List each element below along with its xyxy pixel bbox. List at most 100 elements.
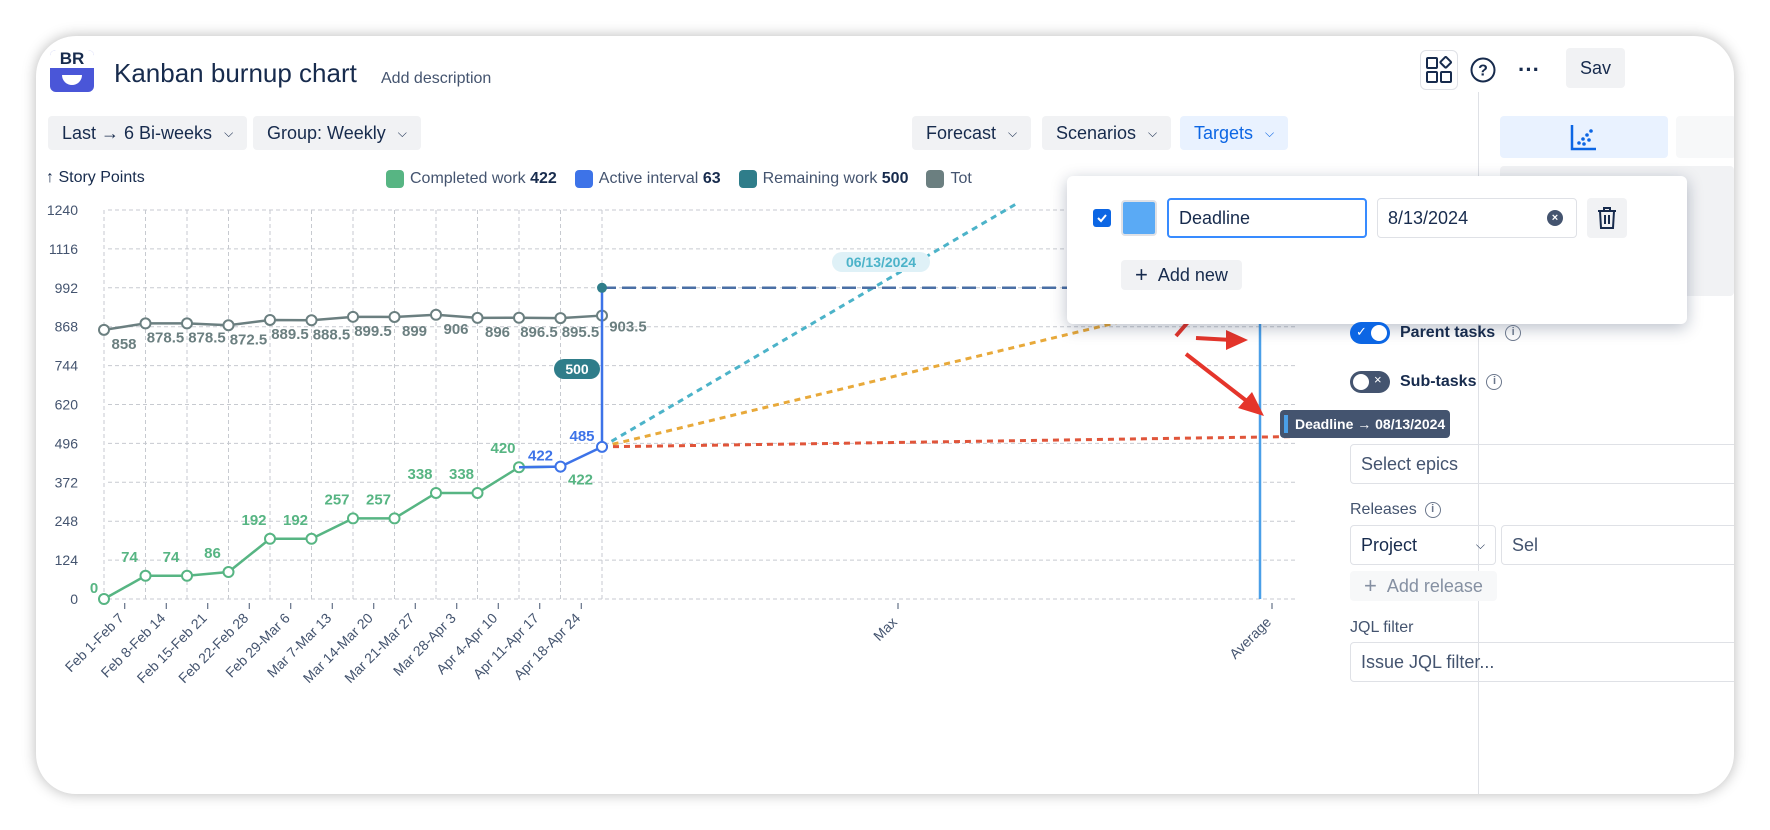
target-enabled-checkbox[interactable] (1093, 209, 1111, 227)
check-icon: ✓ (1356, 324, 1367, 339)
sub-tasks-toggle[interactable]: × (1350, 371, 1390, 393)
completed-work-point (264, 532, 276, 545)
release-select-value: Sel (1512, 534, 1539, 555)
checkmark-icon (1097, 214, 1107, 223)
y-tick-label: 620 (55, 397, 79, 413)
forecast-date-label: 06/13/2024 (846, 254, 916, 270)
completed-work-point (305, 532, 318, 545)
total-scope-point (430, 308, 442, 321)
scope-target-point (597, 282, 607, 293)
active-interval-data-label: 422 (528, 448, 553, 465)
toggle-knob (1371, 325, 1387, 341)
completed-work-point (430, 486, 442, 499)
total-scope-point (305, 314, 318, 327)
total-scope-data-label: 903.5 (609, 319, 647, 336)
deadline-tooltip-label: Deadline → 08/13/2024 (1295, 416, 1445, 432)
project-select-value: Project (1361, 534, 1418, 555)
completed-work-point (181, 569, 193, 582)
tab-chart-settings[interactable] (1500, 116, 1668, 158)
total-scope-point (98, 323, 110, 336)
select-epics-placeholder: Select epics (1361, 453, 1459, 474)
trash-icon (1598, 207, 1616, 229)
app-window: BR Kanban burnup chart Add description ?… (36, 36, 1734, 794)
jql-filter-placeholder: Issue JQL filter... (1361, 651, 1495, 672)
plus-icon: + (1135, 262, 1148, 287)
y-tick-label: 1240 (47, 202, 78, 218)
total-scope-data-label: 872.5 (230, 331, 268, 348)
target-name-value: Deadline (1179, 207, 1251, 228)
total-scope-data-label: 899 (402, 323, 427, 340)
release-select[interactable]: Sel (1501, 525, 1734, 565)
add-new-label: Add new (1157, 264, 1228, 285)
y-tick-label: 744 (55, 358, 79, 374)
active-interval-point (554, 460, 567, 473)
y-tick-label: 0 (70, 591, 78, 607)
total-scope-data-label: 896.5 (520, 324, 558, 341)
parent-tasks-label: Parent tasks (1400, 324, 1496, 341)
pessimistic-forecast-line (601, 434, 1299, 449)
chevron-down-icon: ⌵ (1475, 537, 1485, 552)
annotation-arrow (1184, 352, 1250, 404)
completed-work-data-label: 257 (366, 491, 391, 508)
y-tick-label: 124 (55, 552, 79, 568)
project-select[interactable]: Project ⌵ (1350, 525, 1496, 565)
jql-filter-input[interactable]: Issue JQL filter... (1350, 642, 1734, 682)
target-date-value: 8/13/2024 (1388, 207, 1469, 228)
completed-work-data-label: 422 (568, 472, 593, 489)
total-scope-point (347, 310, 359, 323)
total-scope-data-label: 888.5 (313, 326, 351, 343)
target-name-input[interactable]: Deadline (1167, 198, 1367, 238)
total-scope-data-label: 899.5 (354, 323, 392, 340)
deadline-tooltip-marker (1284, 415, 1288, 433)
toggle-knob (1353, 374, 1369, 390)
completed-work-data-label: 74 (121, 549, 138, 566)
save-button-label: Sav (1580, 57, 1612, 78)
parent-tasks-toggle[interactable]: ✓ (1350, 322, 1390, 344)
releases-label: Releases (1350, 501, 1417, 518)
tab-other-settings[interactable] (1676, 116, 1734, 158)
target-color-swatch[interactable] (1121, 200, 1157, 236)
save-button[interactable]: Sav (1566, 48, 1626, 88)
completed-work-point (98, 593, 110, 605)
completed-work-data-label: 257 (324, 491, 349, 508)
parent-tasks-row: ✓ Parent tasks i (1350, 322, 1522, 344)
info-icon[interactable]: i (1486, 374, 1503, 390)
releases-row: Releases i (1350, 501, 1441, 519)
select-epics-input[interactable]: Select epics (1350, 444, 1734, 484)
optimistic-forecast-line (601, 202, 1017, 449)
targets-popup: Deadline 8/13/2024 × + Add new (1067, 176, 1687, 324)
total-scope-point (139, 317, 152, 330)
total-scope-point (264, 313, 276, 326)
jql-filter-label: JQL filter (1350, 619, 1414, 636)
total-scope-data-label: 906 (443, 321, 468, 338)
total-scope-data-label: 878.5 (188, 329, 226, 346)
total-scope-data-label: 878.5 (147, 329, 185, 346)
y-tick-label: 1116 (49, 241, 78, 257)
x-tick-label: Average (1226, 614, 1274, 662)
active-interval-data-label: 485 (569, 428, 594, 445)
completed-work-point (222, 566, 235, 579)
add-new-target-button[interactable]: + Add new (1121, 260, 1242, 290)
completed-work-data-label: 86 (204, 545, 221, 562)
info-icon[interactable]: i (1424, 502, 1441, 518)
delete-target-button[interactable] (1587, 198, 1627, 238)
add-release-button[interactable]: + Add release (1350, 571, 1497, 601)
more-icon: ··· (1518, 57, 1540, 82)
completed-work-point (388, 512, 401, 525)
y-tick-label: 248 (55, 513, 79, 529)
x-tick-label: Max (870, 614, 900, 644)
annotation-arrow-head (1226, 330, 1248, 350)
add-release-label: Add release (1386, 575, 1483, 596)
sub-tasks-row: × Sub-tasks i (1350, 371, 1503, 393)
y-tick-label: 496 (55, 435, 79, 451)
clear-date-icon[interactable]: × (1547, 210, 1563, 226)
total-scope-point (471, 311, 484, 324)
close-icon: × (1374, 372, 1382, 387)
y-tick-label: 372 (55, 474, 79, 490)
completed-work-data-label: 192 (241, 512, 266, 529)
info-icon[interactable]: i (1505, 325, 1522, 341)
total-scope-point (388, 310, 401, 323)
total-scope-point (181, 317, 193, 330)
completed-work-point (139, 569, 152, 582)
total-scope-point (554, 312, 567, 325)
